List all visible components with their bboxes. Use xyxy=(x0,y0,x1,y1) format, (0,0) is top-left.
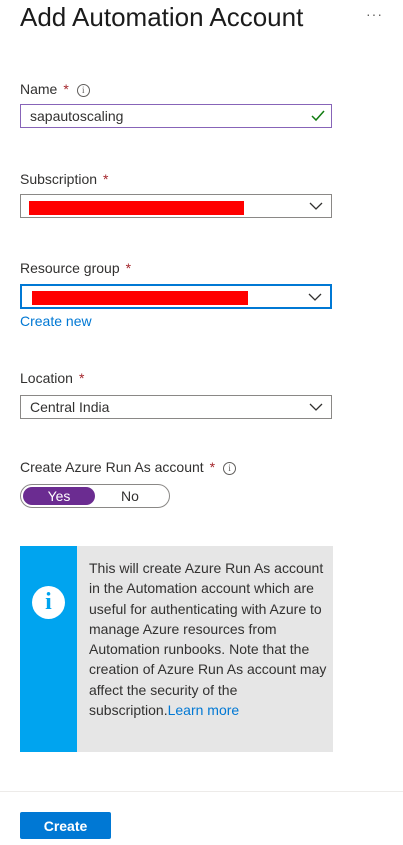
info-icon[interactable]: i xyxy=(76,84,90,97)
info-stripe: i xyxy=(20,546,77,752)
chevron-down-icon xyxy=(309,202,323,210)
redacted-value xyxy=(29,201,244,215)
location-dropdown[interactable]: Central India xyxy=(20,395,332,419)
name-label-text: Name xyxy=(20,81,58,97)
chevron-down-icon xyxy=(309,403,323,411)
resource-group-dropdown[interactable] xyxy=(20,284,332,309)
name-label: Name * i xyxy=(20,81,90,97)
required-marker: * xyxy=(125,260,132,276)
create-new-link[interactable]: Create new xyxy=(20,313,92,329)
run-as-label: Create Azure Run As account * i xyxy=(20,459,237,475)
checkmark-icon xyxy=(311,110,325,122)
location-label: Location * xyxy=(20,370,84,386)
more-options-icon[interactable]: ··· xyxy=(366,6,383,22)
required-marker: * xyxy=(78,370,85,386)
run-as-label-text: Create Azure Run As account xyxy=(20,459,204,475)
subscription-dropdown[interactable] xyxy=(20,194,332,218)
resource-group-label: Resource group * xyxy=(20,260,131,276)
subscription-label: Subscription * xyxy=(20,171,109,187)
info-message-box: i This will create Azure Run As account … xyxy=(20,546,333,752)
required-marker: * xyxy=(103,171,109,187)
required-marker: * xyxy=(63,81,69,97)
redacted-value xyxy=(32,291,248,305)
location-value: Central India xyxy=(30,399,110,415)
info-icon: i xyxy=(32,586,65,619)
footer-divider xyxy=(0,791,403,792)
resource-group-label-text: Resource group xyxy=(20,260,120,276)
create-button[interactable]: Create xyxy=(20,812,111,839)
info-message-text: This will create Azure Run As account in… xyxy=(89,558,327,720)
chevron-down-icon xyxy=(308,293,322,301)
required-marker: * xyxy=(209,459,216,475)
page-title: Add Automation Account xyxy=(20,2,304,32)
toggle-yes-option[interactable]: Yes xyxy=(23,487,95,505)
info-message-body: This will create Azure Run As account in… xyxy=(89,560,327,719)
name-input-value: sapautoscaling xyxy=(30,108,124,124)
subscription-label-text: Subscription xyxy=(20,171,98,187)
info-icon[interactable]: i xyxy=(223,462,237,475)
toggle-no-option[interactable]: No xyxy=(121,487,139,505)
name-input[interactable]: sapautoscaling xyxy=(20,104,332,128)
run-as-toggle[interactable]: Yes No xyxy=(20,484,170,508)
location-label-text: Location xyxy=(20,370,73,386)
learn-more-link[interactable]: Learn more xyxy=(168,702,240,718)
